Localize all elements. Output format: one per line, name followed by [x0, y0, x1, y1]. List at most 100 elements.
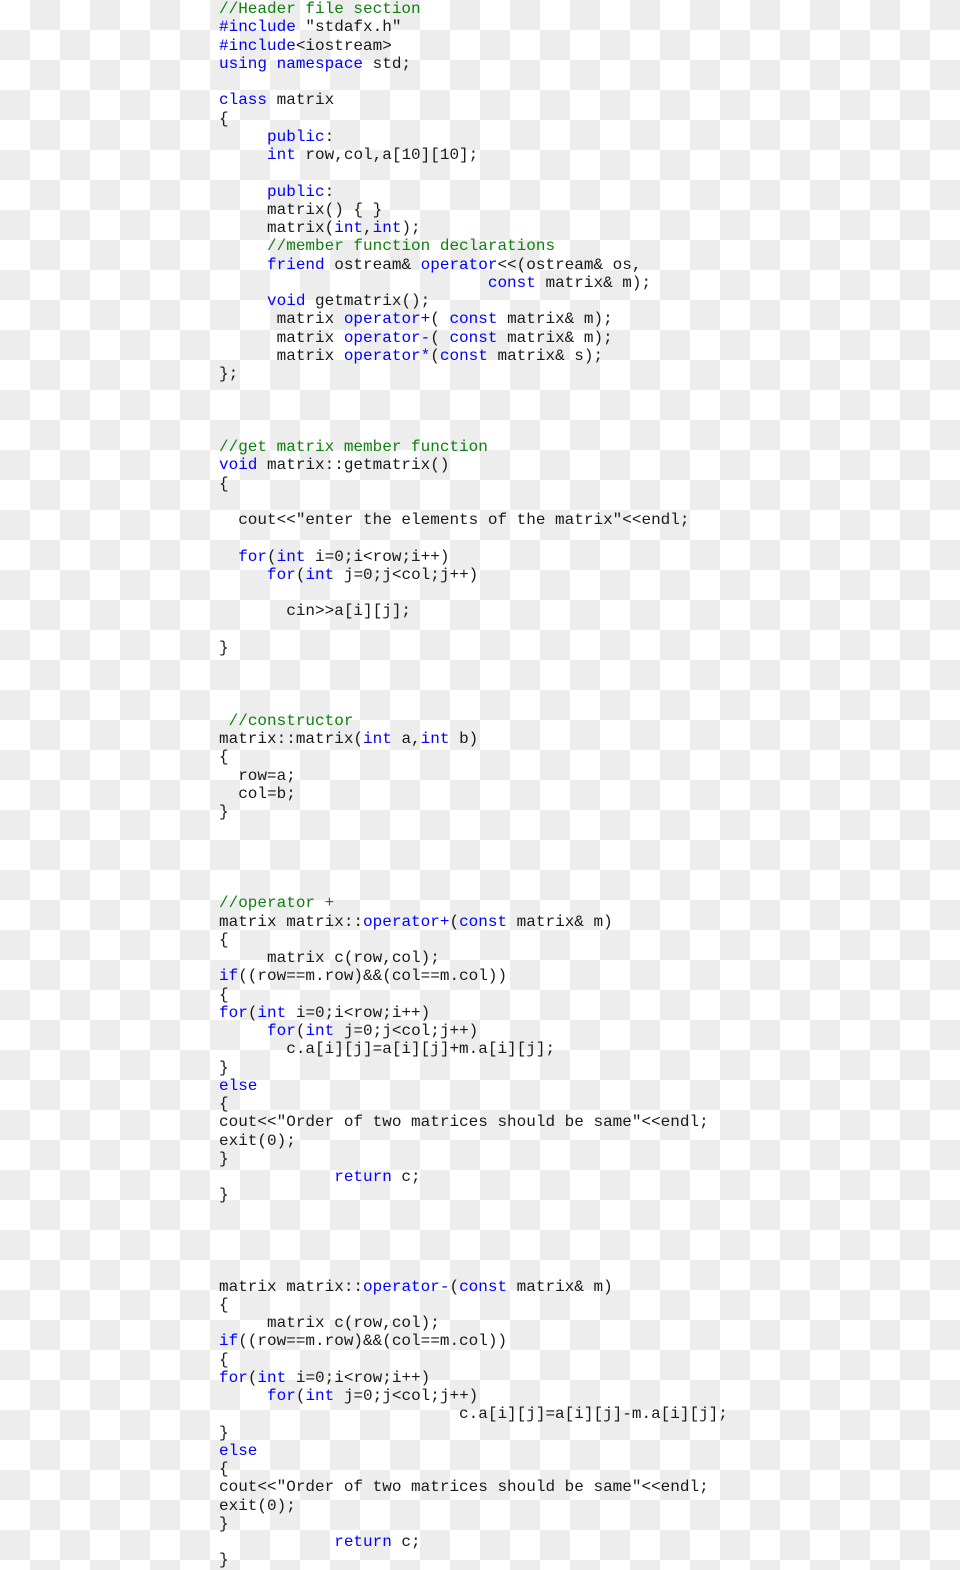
code-token-keyword: int	[267, 146, 296, 164]
code-token-plain: {	[219, 985, 229, 1004]
code-line: using namespace std;	[219, 55, 939, 73]
code-token-keyword: for	[267, 565, 296, 584]
code-token-plain: row=a;	[219, 766, 296, 785]
code-token-plain: j=0;j<col;j++)	[334, 565, 479, 584]
code-token-keyword: operator+	[363, 912, 450, 931]
code-line: }	[219, 639, 939, 657]
code-line: //operator +	[219, 894, 939, 912]
code-token-keyword: #include	[219, 36, 296, 55]
code-line: //constructor	[219, 712, 939, 730]
code-token-keyword: for	[219, 1368, 248, 1387]
code-token-keyword: operator	[420, 255, 498, 274]
code-token-plain: (	[295, 565, 306, 584]
code-token-keyword: operator-	[343, 328, 431, 347]
code-token-plain: matrix& m)	[507, 1277, 613, 1296]
code-token-plain: exit(0);	[219, 1131, 296, 1150]
code-token-plain: (	[430, 310, 450, 329]
code-line: class matrix	[219, 91, 939, 109]
code-line: #include "stdafx.h"	[219, 18, 939, 36]
code-token-keyword: void	[219, 456, 258, 475]
code-line: public:	[219, 128, 939, 146]
code-token-keyword: int	[257, 1003, 287, 1022]
code-token-plain: }	[219, 638, 229, 657]
code-line: }	[219, 803, 939, 821]
code-line: {	[219, 1351, 939, 1369]
code-token-keyword: if	[219, 967, 239, 986]
code-token-keyword: #include	[219, 18, 296, 37]
code-line: return c;	[219, 1533, 939, 1551]
code-line: for(int j=0;j<col;j++)	[219, 1022, 939, 1040]
code-line: {	[219, 1095, 939, 1113]
code-token-keyword: return	[334, 1533, 392, 1551]
code-token-plain: (	[295, 1022, 306, 1040]
code-line: {	[219, 475, 939, 493]
code-line: col=b;	[219, 785, 939, 803]
code-token-plain: c;	[391, 1533, 421, 1551]
code-token-plain: matrix::getmatrix()	[257, 456, 450, 475]
code-token-plain: j=0;j<col;j++)	[334, 1387, 479, 1405]
code-token-plain: {	[219, 1095, 229, 1113]
code-token-keyword: void	[267, 292, 306, 310]
code-token-plain: (	[295, 1387, 306, 1405]
code-token-comment: //Header file section	[219, 0, 421, 18]
code-token-plain: matrix	[219, 346, 344, 365]
code-token-plain: j=0;j<col;j++)	[334, 1022, 479, 1040]
code-token-plain: }	[219, 1186, 229, 1205]
code-token-plain: cout<<"Order of two matrices should be s…	[219, 1478, 709, 1497]
code-line: #include<iostream>	[219, 37, 939, 55]
code-token-plain: ((row==m.row)&&(col==m.col))	[238, 967, 508, 986]
code-token-plain: (	[449, 1277, 460, 1296]
code-line: //Header file section	[219, 0, 939, 18]
code-token-keyword: for	[267, 1387, 296, 1405]
code-token-plain: matrix() { }	[219, 200, 383, 219]
code-token-plain: b)	[449, 730, 479, 748]
code-token-plain: }	[219, 803, 229, 821]
code-token-plain: (	[247, 1368, 258, 1387]
code-line: //member function declarations	[219, 237, 939, 255]
code-token-plain: getmatrix();	[305, 292, 431, 310]
code-token-plain: matrix(	[219, 219, 335, 237]
code-token-keyword: int	[276, 547, 306, 566]
code-line: }	[219, 1515, 939, 1533]
code-line: };	[219, 365, 939, 383]
code-token-keyword: int	[363, 730, 392, 748]
code-line: for(int i=0;i<row;i++)	[219, 548, 939, 566]
code-token-keyword: return	[334, 1168, 392, 1186]
code-token-keyword: friend	[267, 255, 325, 274]
code-token-plain: (	[267, 547, 277, 566]
code-token-keyword: for	[238, 547, 268, 566]
code-line: matrix() { }	[219, 201, 939, 219]
code-line: int row,col,a[10][10];	[219, 146, 939, 164]
code-token-plain: :	[324, 127, 335, 146]
code-token-plain: i=0;i<row;i++)	[286, 1368, 431, 1387]
code-token-plain: matrix c(row,col);	[219, 949, 440, 967]
code-token-plain: {	[219, 109, 229, 128]
code-token-plain: cin>>a[i][j];	[219, 602, 412, 621]
code-token-keyword: int	[257, 1368, 287, 1387]
code-line: }	[219, 1150, 939, 1168]
code-line: c.a[i][j]=a[i][j]-m.a[i][j];	[219, 1405, 939, 1423]
code-line: return c;	[219, 1168, 939, 1186]
code-line: }	[219, 1186, 939, 1204]
code-line: matrix matrix::operator-(const matrix& m…	[219, 1278, 939, 1296]
code-token-plain: }	[219, 1551, 229, 1570]
code-line: }	[219, 1551, 939, 1569]
code-token-keyword: int	[334, 219, 364, 237]
code-line: c.a[i][j]=a[i][j]+m.a[i][j];	[219, 1040, 939, 1058]
code-token-plain: matrix& m);	[535, 273, 652, 292]
code-line: void getmatrix();	[219, 292, 939, 310]
code-line: {	[219, 931, 939, 949]
code-line: else	[219, 1077, 939, 1095]
